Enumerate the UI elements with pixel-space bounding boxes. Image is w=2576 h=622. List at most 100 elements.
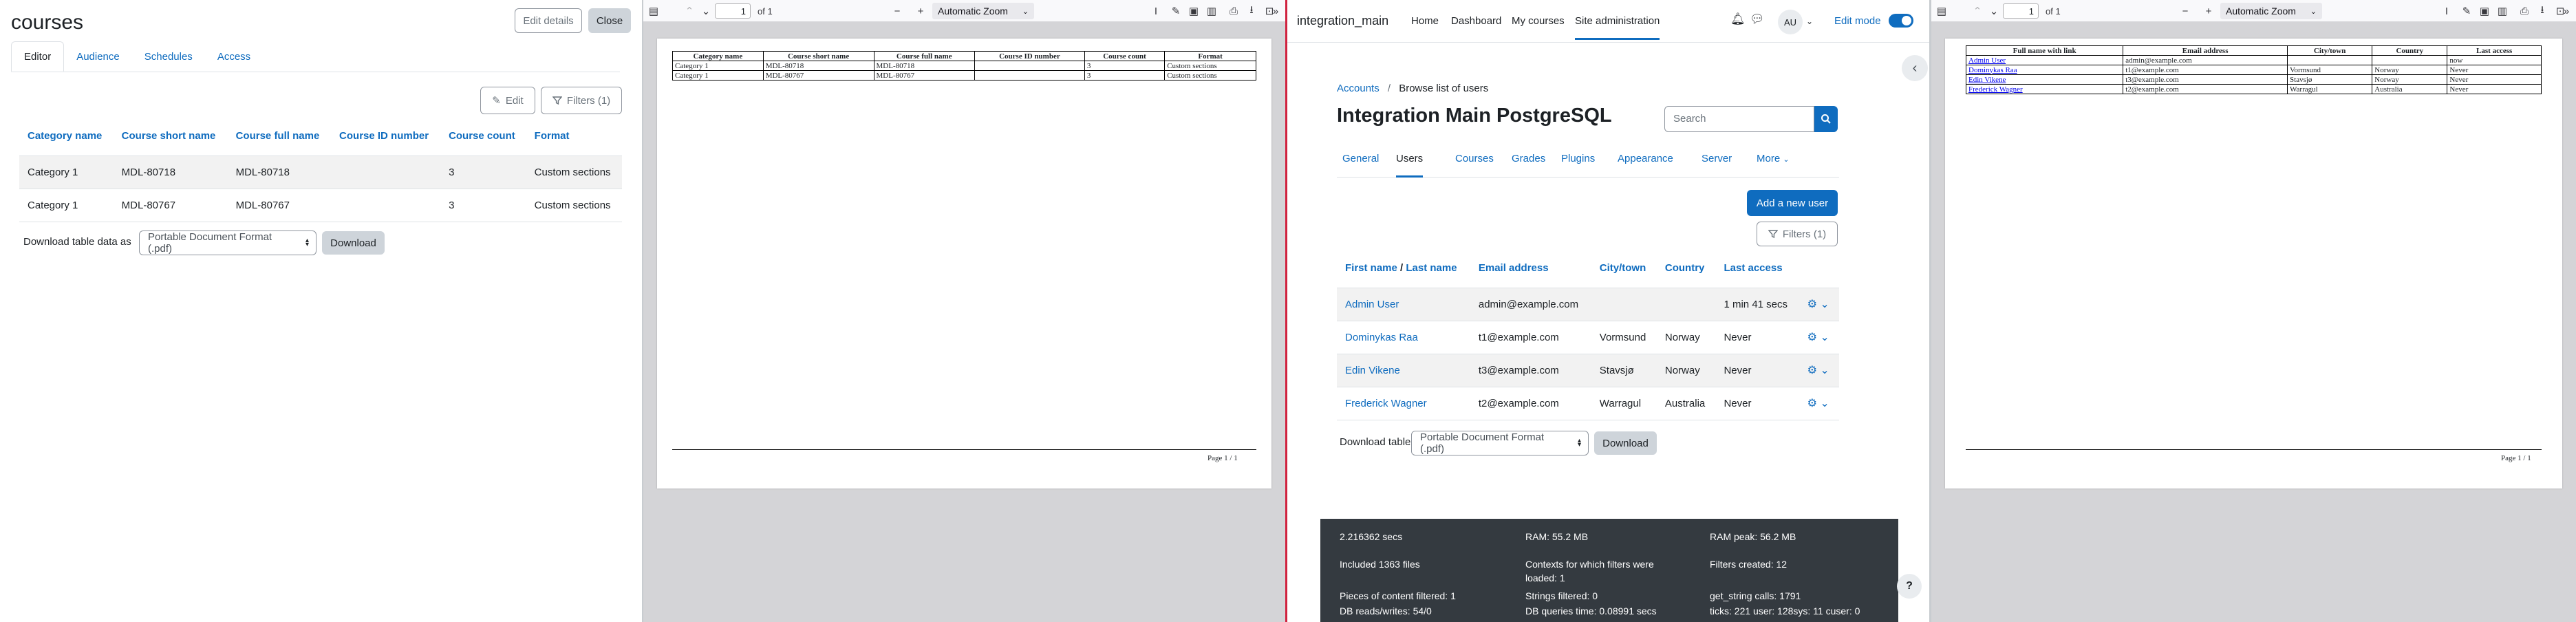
download-format-select[interactable]: Portable Document Format (.pdf) ▴ ▾ bbox=[1411, 431, 1589, 455]
table-cell: Never bbox=[1715, 354, 1799, 387]
user-name[interactable]: Edin Vikene bbox=[1345, 365, 1400, 376]
print-icon[interactable]: ⎙ bbox=[1226, 3, 1241, 19]
bell-icon[interactable]: 🔔︎ bbox=[1730, 12, 1746, 26]
user-name[interactable]: Dominykas Raa bbox=[1345, 332, 1418, 343]
sidebar-toggle-icon[interactable]: ▤ bbox=[1934, 3, 1949, 19]
tab-general[interactable]: General bbox=[1342, 142, 1379, 178]
tab-more[interactable]: More ⌄ bbox=[1757, 142, 1790, 178]
nav-my-courses[interactable]: My courses bbox=[1512, 15, 1565, 27]
more-tools-icon[interactable]: ▥ bbox=[1204, 3, 1219, 19]
row-actions[interactable]: ⚙ ⌄ bbox=[1799, 354, 1839, 387]
sort-last-name[interactable]: Last name bbox=[1406, 262, 1457, 274]
add-user-button[interactable]: Add a new user bbox=[1747, 190, 1838, 216]
column-header[interactable]: City/town bbox=[1591, 249, 1657, 288]
column-header[interactable]: Last access bbox=[1715, 249, 1799, 288]
search-button[interactable] bbox=[1814, 106, 1838, 132]
previous-page-icon[interactable]: ⌃ bbox=[1970, 3, 1985, 19]
next-page-icon[interactable]: ⌄ bbox=[698, 3, 713, 19]
user-name-link[interactable]: Frederick Wagner bbox=[1337, 387, 1470, 420]
print-icon[interactable]: ⎙ bbox=[2517, 3, 2532, 19]
column-header[interactable]: Format bbox=[526, 117, 622, 156]
previous-page-icon[interactable]: ⌃ bbox=[682, 3, 697, 19]
column-header[interactable]: Course ID number bbox=[331, 117, 441, 156]
save-icon[interactable]: ⭳ bbox=[2535, 3, 2550, 19]
help-button[interactable]: ? bbox=[1897, 574, 1922, 599]
user-name-link[interactable]: Dominykas Raa bbox=[1337, 321, 1470, 354]
user-name[interactable]: Frederick Wagner bbox=[1345, 398, 1427, 409]
breadcrumb-accounts[interactable]: Accounts bbox=[1337, 83, 1380, 94]
filters-button[interactable]: Filters (1) bbox=[541, 87, 622, 114]
draw-icon[interactable]: ✎ bbox=[2459, 3, 2474, 19]
tab-access[interactable]: Access bbox=[205, 41, 263, 72]
next-page-icon[interactable]: ⌄ bbox=[1986, 3, 2001, 19]
edit-details-button[interactable]: Edit details bbox=[515, 8, 582, 33]
pdf-user-link[interactable]: Frederick Wagner bbox=[1968, 85, 2023, 94]
zoom-select[interactable]: Automatic Zoom ⌄ bbox=[2220, 3, 2322, 19]
image-icon[interactable]: ▣ bbox=[2477, 3, 2492, 19]
pdf-cell: Edin Vikene bbox=[1965, 74, 2124, 85]
edit-mode-toggle[interactable] bbox=[1889, 14, 1913, 28]
pdf-cell: t2@example.com bbox=[2123, 84, 2288, 94]
page-number-input[interactable]: 1 bbox=[2003, 3, 2039, 19]
text-cursor-icon[interactable]: I bbox=[2439, 3, 2454, 19]
gear-icon[interactable]: ⚙ ⌄ bbox=[1807, 398, 1829, 409]
nav-dashboard[interactable]: Dashboard bbox=[1451, 15, 1501, 27]
download-button[interactable]: Download bbox=[322, 231, 385, 255]
more-tools-icon[interactable]: ▥ bbox=[2495, 3, 2510, 19]
pdf-user-link[interactable]: Dominykas Raa bbox=[1968, 66, 2017, 74]
chevron-down-icon[interactable]: ⌄ bbox=[1806, 17, 1813, 26]
text-cursor-icon[interactable]: I bbox=[1148, 3, 1163, 19]
user-name-link[interactable]: Admin User bbox=[1337, 288, 1470, 321]
gear-icon[interactable]: ⚙ ⌄ bbox=[1807, 365, 1829, 376]
tab-users[interactable]: Users bbox=[1396, 142, 1424, 178]
column-header[interactable]: Category name bbox=[19, 117, 114, 156]
column-header[interactable]: Country bbox=[1656, 249, 1716, 288]
tab-schedules[interactable]: Schedules bbox=[132, 41, 205, 72]
search-input[interactable]: Search bbox=[1664, 106, 1814, 132]
column-header[interactable]: Email address bbox=[1470, 249, 1591, 288]
row-actions[interactable]: ⚙ ⌄ bbox=[1799, 288, 1839, 321]
tab-courses[interactable]: Courses bbox=[1455, 142, 1494, 178]
tab-server[interactable]: Server bbox=[1702, 142, 1732, 178]
double-chevron-right-icon[interactable]: » bbox=[2559, 3, 2574, 19]
image-icon[interactable]: ▣ bbox=[1186, 3, 1201, 19]
tab-plugins[interactable]: Plugins bbox=[1561, 142, 1595, 178]
chevron-left-icon[interactable]: ‹ bbox=[1902, 55, 1928, 81]
edit-button[interactable]: ✎ Edit bbox=[480, 87, 535, 114]
column-header[interactable]: Course count bbox=[440, 117, 526, 156]
column-header[interactable]: Course full name bbox=[227, 117, 332, 156]
tab-grades[interactable]: Grades bbox=[1512, 142, 1545, 178]
double-chevron-right-icon[interactable]: » bbox=[1268, 3, 1283, 19]
user-name-link[interactable]: Edin Vikene bbox=[1337, 354, 1470, 387]
save-icon[interactable]: ⭳ bbox=[1244, 3, 1259, 19]
nav-site-administration[interactable]: Site administration bbox=[1575, 15, 1660, 40]
download-format-select[interactable]: Portable Document Format (.pdf) ▴ ▾ bbox=[139, 230, 316, 255]
chat-icon[interactable]: 💬︎ bbox=[1750, 12, 1765, 26]
zoom-in-icon[interactable]: + bbox=[2201, 3, 2216, 19]
sort-first-name[interactable]: First name bbox=[1345, 262, 1397, 274]
download-button[interactable]: Download bbox=[1594, 431, 1657, 455]
gear-icon[interactable]: ⚙ ⌄ bbox=[1807, 332, 1829, 343]
draw-icon[interactable]: ✎ bbox=[1168, 3, 1183, 19]
pdf-user-link[interactable]: Admin User bbox=[1968, 56, 2006, 65]
filters-button[interactable]: Filters (1) bbox=[1757, 222, 1838, 246]
nav-home[interactable]: Home bbox=[1411, 15, 1439, 27]
tab-appearance[interactable]: Appearance bbox=[1618, 142, 1673, 178]
pdf-user-link[interactable]: Edin Vikene bbox=[1968, 76, 2006, 84]
avatar[interactable]: AU bbox=[1778, 10, 1803, 34]
zoom-in-icon[interactable]: + bbox=[913, 3, 928, 19]
row-actions[interactable]: ⚙ ⌄ bbox=[1799, 321, 1839, 354]
user-name[interactable]: Admin User bbox=[1345, 299, 1399, 310]
sidebar-toggle-icon[interactable]: ▤ bbox=[646, 3, 661, 19]
tab-editor[interactable]: Editor bbox=[11, 41, 65, 72]
page-number-input[interactable]: 1 bbox=[715, 3, 751, 19]
zoom-out-icon[interactable]: − bbox=[890, 3, 905, 19]
tab-audience[interactable]: Audience bbox=[64, 41, 132, 72]
close-button[interactable]: Close bbox=[588, 8, 631, 33]
site-name[interactable]: integration_main bbox=[1297, 14, 1388, 28]
zoom-select[interactable]: Automatic Zoom ⌄ bbox=[932, 3, 1034, 19]
row-actions[interactable]: ⚙ ⌄ bbox=[1799, 387, 1839, 420]
column-header[interactable]: Course short name bbox=[113, 117, 228, 156]
gear-icon[interactable]: ⚙ ⌄ bbox=[1807, 299, 1829, 310]
zoom-out-icon[interactable]: − bbox=[2178, 3, 2193, 19]
